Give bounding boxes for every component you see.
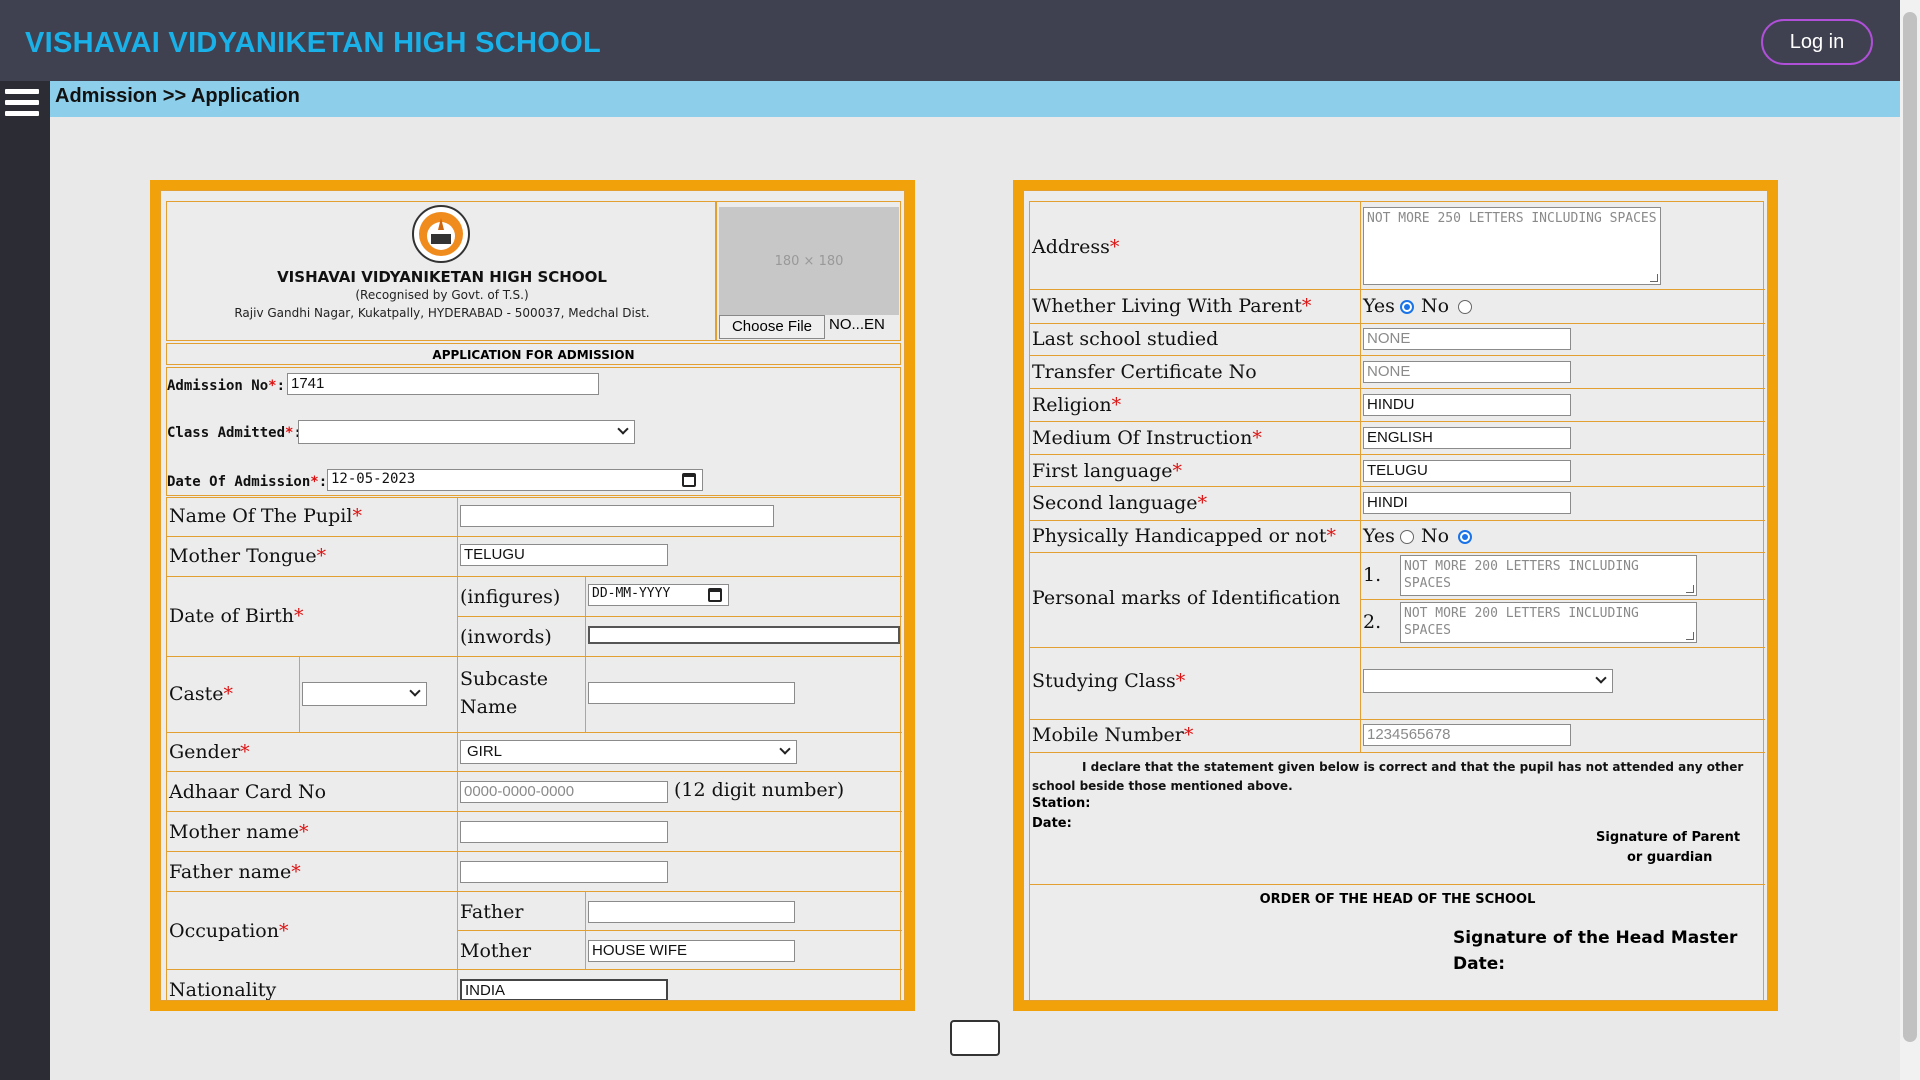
dob-figures-input[interactable]: DD-MM-YYYY bbox=[588, 584, 729, 606]
date-label: Date: bbox=[1032, 816, 1072, 831]
photo-upload: 180 × 180 Choose File NO...EN bbox=[716, 201, 901, 341]
file-status: NO...EN bbox=[829, 316, 885, 333]
gender-select[interactable]: GIRL bbox=[460, 740, 797, 764]
handicapped-no-radio[interactable] bbox=[1458, 530, 1472, 544]
father-name-input[interactable] bbox=[460, 861, 668, 883]
first-language-input[interactable]: TELUGU bbox=[1363, 460, 1571, 482]
admission-form-left: VISHAVAI VIDYANIKETAN HIGH SCHOOL (Recog… bbox=[150, 180, 915, 1011]
order-title: ORDER OF THE HEAD OF THE SCHOOL bbox=[1259, 892, 1536, 907]
school-logo bbox=[412, 205, 470, 263]
mother-tongue-input[interactable]: TELUGU bbox=[460, 544, 668, 566]
religion-input[interactable]: HINDU bbox=[1363, 394, 1571, 416]
brand-title: VISHAVAI VIDYANIKETAN HIGH SCHOOL bbox=[25, 27, 601, 59]
right-details-table: Address* NOT MORE 250 LETTERS INCLUDING … bbox=[1029, 201, 1765, 1000]
school-address: Rajiv Gandhi Nagar, Kukatpally, HYDERABA… bbox=[234, 306, 650, 320]
login-button[interactable]: Log in bbox=[1761, 19, 1873, 65]
date-of-admission-input[interactable]: 12-05-2023 bbox=[327, 469, 703, 491]
breadcrumb: Admission >> Application bbox=[55, 85, 300, 107]
choose-file-button[interactable]: Choose File bbox=[719, 315, 825, 339]
nationality-input[interactable]: INDIA bbox=[460, 979, 668, 1000]
mother-occupation-input[interactable]: HOUSE WIFE bbox=[588, 940, 795, 962]
declaration-text: I declare that the statement given below… bbox=[1032, 760, 1744, 793]
application-title-box: APPLICATION FOR ADMISSION bbox=[166, 343, 901, 365]
subcaste-input[interactable] bbox=[588, 682, 795, 704]
second-language-input[interactable]: HINDI bbox=[1363, 492, 1571, 514]
parent-signature-label: Signature of Parent bbox=[1596, 830, 1741, 845]
living-no-radio[interactable] bbox=[1458, 300, 1472, 314]
mother-name-input[interactable] bbox=[460, 821, 668, 843]
admission-form-right: Address* NOT MORE 250 LETTERS INCLUDING … bbox=[1013, 180, 1778, 1011]
breadcrumb-bar: Admission >> Application bbox=[50, 81, 1900, 117]
pupil-name-input[interactable] bbox=[460, 505, 774, 527]
head-signature-label: Signature of the Head Master bbox=[1453, 928, 1738, 948]
save-button[interactable]: save bbox=[950, 1020, 1000, 1056]
identification-mark-2[interactable]: NOT MORE 200 LETTERS INCLUDING SPACES bbox=[1400, 602, 1697, 643]
address-textarea[interactable]: NOT MORE 250 LETTERS INCLUDING SPACES bbox=[1363, 207, 1661, 285]
parent-signature-label-2: or guardian bbox=[1627, 850, 1713, 865]
calendar-icon[interactable] bbox=[682, 473, 696, 487]
admission-no-input[interactable]: 1741 bbox=[287, 373, 599, 395]
tc-input[interactable]: NONE bbox=[1363, 361, 1571, 383]
menu-icon[interactable] bbox=[5, 89, 39, 121]
adhaar-input[interactable]: 0000-0000-0000 bbox=[460, 781, 668, 803]
application-title: APPLICATION FOR ADMISSION bbox=[432, 348, 635, 362]
calendar-icon[interactable] bbox=[708, 588, 722, 602]
scrollbar-thumb[interactable] bbox=[1903, 12, 1917, 1042]
class-admitted-select[interactable] bbox=[298, 420, 635, 444]
medium-input[interactable]: ENGLISH bbox=[1363, 427, 1571, 449]
last-school-input[interactable]: NONE bbox=[1363, 328, 1571, 350]
left-rail bbox=[0, 81, 50, 1080]
handicapped-yes-radio[interactable] bbox=[1400, 530, 1414, 544]
school-header: VISHAVAI VIDYANIKETAN HIGH SCHOOL (Recog… bbox=[166, 201, 716, 341]
dob-words-input[interactable] bbox=[588, 626, 900, 644]
father-occupation-input[interactable] bbox=[588, 901, 795, 923]
pupil-details-table: Name Of The Pupil* Mother Tongue* TELUGU… bbox=[166, 497, 902, 1000]
admission-block: Admission No*: 1741 Class Admitted*: Dat… bbox=[166, 367, 901, 496]
living-yes-radio[interactable] bbox=[1400, 300, 1414, 314]
photo-placeholder: 180 × 180 bbox=[719, 207, 899, 315]
identification-mark-1[interactable]: NOT MORE 200 LETTERS INCLUDING SPACES bbox=[1400, 555, 1697, 596]
head-date-label: Date: bbox=[1453, 954, 1506, 974]
studying-class-select[interactable] bbox=[1363, 669, 1613, 693]
station-label: Station: bbox=[1032, 796, 1091, 811]
caste-select[interactable] bbox=[302, 682, 427, 706]
school-recognition: (Recognised by Govt. of T.S.) bbox=[355, 288, 529, 302]
mobile-input[interactable]: 1234565678 bbox=[1363, 724, 1571, 746]
top-bar: VISHAVAI VIDYANIKETAN HIGH SCHOOL Log in bbox=[0, 0, 1900, 81]
school-name: VISHAVAI VIDYANIKETAN HIGH SCHOOL bbox=[277, 268, 607, 286]
